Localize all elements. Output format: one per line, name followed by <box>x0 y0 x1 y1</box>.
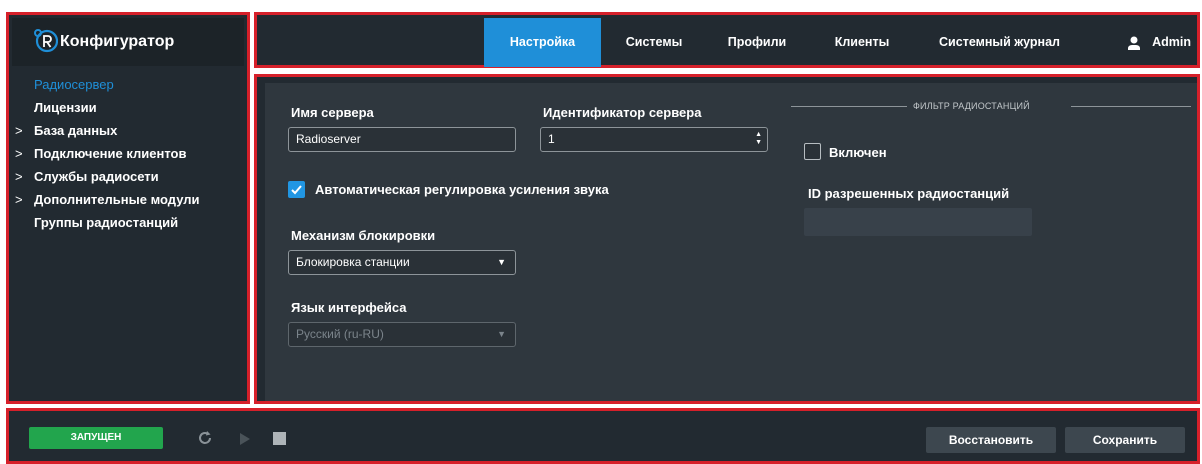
stop-icon[interactable] <box>273 432 286 445</box>
top-navigation: Настройка Системы Профили Клиенты Систем… <box>254 12 1200 68</box>
section-divider-left <box>791 106 907 107</box>
sidebar-nav: Радиосервер Лицензии > База данных > Подкл… <box>12 73 244 234</box>
user-name: Admin <box>1152 35 1191 49</box>
settings-panel: Имя сервера Radioserver Идентификатор се… <box>265 83 1197 401</box>
server-name-label: Имя сервера <box>291 105 374 120</box>
lock-mechanism-label: Механизм блокировки <box>291 228 436 243</box>
content-area: Имя сервера Radioserver Идентификатор се… <box>254 74 1200 404</box>
sidebar: Конфигуратор Радиосервер Лицензии > База … <box>6 12 250 404</box>
check-icon <box>291 185 302 195</box>
sidebar-item-label: База данных <box>34 123 118 138</box>
sidebar-item-radio-groups[interactable]: Группы радиостанций <box>12 211 244 234</box>
server-id-label: Идентификатор сервера <box>543 105 702 120</box>
allowed-ids-label: ID разрешенных радиостанций <box>808 186 1010 201</box>
user-icon <box>1128 36 1141 50</box>
spinner-arrows-icon[interactable]: ▲ ▼ <box>755 131 762 147</box>
restore-button[interactable]: Восстановить <box>926 427 1056 453</box>
chevron-right-icon: > <box>15 146 23 161</box>
agc-label: Автоматическая регулировка усиления звук… <box>315 182 609 197</box>
sidebar-item-label: Группы радиостанций <box>34 215 179 230</box>
language-value: Русский (ru-RU) <box>296 327 384 341</box>
user-menu[interactable]: Admin <box>1128 18 1191 67</box>
footer-bar: ЗАПУЩЕН Восстановить Сохранить <box>6 408 1200 464</box>
chevron-down-icon: ▼ <box>497 257 506 267</box>
tab-settings[interactable]: Настройка <box>484 18 601 67</box>
sidebar-item-label: Радиосервер <box>34 77 114 92</box>
language-select[interactable]: Русский (ru-RU) ▼ <box>288 322 516 347</box>
filter-enabled-label: Включен <box>829 145 887 160</box>
filter-section-title: ФИЛЬТР РАДИОСТАНЦИЙ <box>913 101 1030 111</box>
sidebar-item-licenses[interactable]: Лицензии <box>12 96 244 119</box>
chevron-right-icon: > <box>15 123 23 138</box>
sidebar-item-label: Подключение клиентов <box>34 146 187 161</box>
sidebar-item-client-connections[interactable]: > Подключение клиентов <box>12 142 244 165</box>
app-title: Конфигуратор <box>60 33 175 50</box>
filter-enabled-checkbox[interactable] <box>804 143 821 160</box>
chevron-right-icon: > <box>15 169 23 184</box>
app-header: Конфигуратор <box>12 18 244 66</box>
tab-clients[interactable]: Клиенты <box>817 18 907 67</box>
agc-checkbox[interactable] <box>288 181 305 198</box>
status-badge: ЗАПУЩЕН <box>29 427 163 449</box>
lock-mechanism-value: Блокировка станции <box>296 255 410 269</box>
chevron-down-icon: ▼ <box>497 329 506 339</box>
tab-system-log[interactable]: Системный журнал <box>927 18 1072 67</box>
chevron-right-icon: > <box>15 192 23 207</box>
sidebar-item-label: Лицензии <box>34 100 97 115</box>
server-name-field[interactable]: Radioserver <box>288 127 516 152</box>
lock-mechanism-select[interactable]: Блокировка станции ▼ <box>288 250 516 275</box>
sidebar-item-addons[interactable]: > Дополнительные модули <box>12 188 244 211</box>
tab-systems[interactable]: Системы <box>609 18 699 67</box>
sidebar-item-radioserver[interactable]: Радиосервер <box>12 73 244 96</box>
section-divider-right <box>1071 106 1191 107</box>
language-label: Язык интерфейса <box>291 300 407 315</box>
save-button[interactable]: Сохранить <box>1065 427 1185 453</box>
allowed-ids-field[interactable] <box>804 208 1032 236</box>
refresh-icon[interactable] <box>197 430 213 446</box>
server-id-value: 1 <box>548 132 555 146</box>
sidebar-item-database[interactable]: > База данных <box>12 119 244 142</box>
server-id-stepper[interactable]: 1 ▲ ▼ <box>540 127 768 152</box>
tab-profiles[interactable]: Профили <box>717 18 797 67</box>
logo-icon <box>34 29 58 53</box>
sidebar-item-radio-services[interactable]: > Службы радиосети <box>12 165 244 188</box>
sidebar-item-label: Дополнительные модули <box>34 192 200 207</box>
sidebar-item-label: Службы радиосети <box>34 169 159 184</box>
play-icon[interactable] <box>239 432 251 446</box>
